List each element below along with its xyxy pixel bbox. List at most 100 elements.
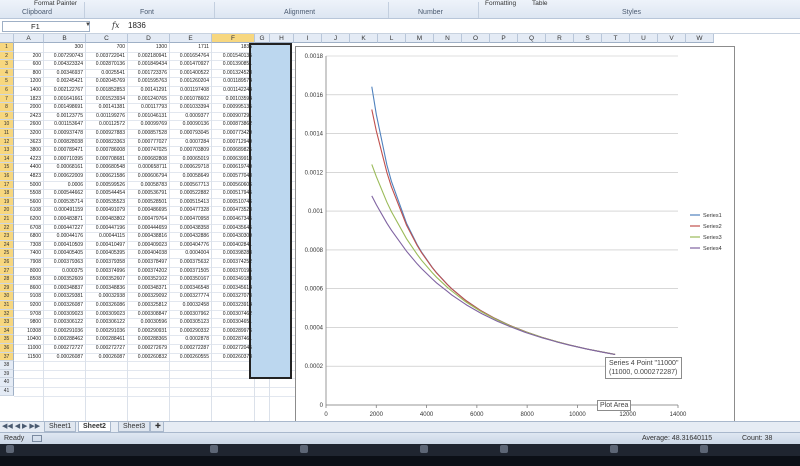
column-header-g[interactable]: G: [255, 34, 270, 43]
taskbar-app-icon[interactable]: [700, 445, 708, 453]
table-cell[interactable]: 0.000308847: [128, 310, 170, 319]
table-cell[interactable]: 2600: [14, 120, 44, 129]
row-header[interactable]: 22: [0, 223, 14, 233]
table-cell[interactable]: 3800: [14, 146, 44, 155]
table-cell[interactable]: 0.000291036: [86, 327, 128, 336]
table-cell[interactable]: 2423: [14, 112, 44, 121]
column-header-u[interactable]: U: [630, 34, 658, 43]
table-cell[interactable]: 0.000470958: [170, 215, 212, 224]
taskbar-app-icon[interactable]: [420, 445, 428, 453]
column-header-l[interactable]: L: [378, 34, 406, 43]
table-cell[interactable]: 0.00068161: [44, 163, 86, 172]
table-cell[interactable]: 3623: [14, 138, 44, 147]
row-header[interactable]: 11: [0, 129, 14, 138]
table-cell[interactable]: 0.004323324: [44, 60, 86, 69]
table-cell[interactable]: 0.000352609: [44, 275, 86, 284]
table-cell[interactable]: 0.000491079: [86, 206, 128, 215]
table-cell[interactable]: 0.000639918: [212, 155, 255, 164]
row-header[interactable]: 40: [0, 378, 14, 387]
column-header-m[interactable]: M: [406, 34, 434, 43]
table-cell[interactable]: 0.000288462: [44, 335, 86, 344]
table-cell[interactable]: 0.000486695: [128, 206, 170, 215]
table-cell[interactable]: 0.001641661: [44, 95, 86, 104]
column-header-t[interactable]: T: [602, 34, 630, 43]
table-cell[interactable]: 0.00032938: [86, 292, 128, 301]
table-cell[interactable]: 0.000477328: [170, 206, 212, 215]
chevron-down-icon[interactable]: ▼: [85, 22, 91, 28]
table-cell[interactable]: 0.000577048: [212, 172, 255, 181]
row-header[interactable]: 1: [0, 43, 14, 52]
table-cell[interactable]: 0.000375: [44, 267, 86, 276]
table-cell[interactable]: 0.000409023: [128, 241, 170, 250]
table-cell[interactable]: 700: [86, 43, 128, 52]
table-cell[interactable]: 0.000375632: [170, 258, 212, 267]
table-cell[interactable]: 0.000309023: [44, 310, 86, 319]
table-cell[interactable]: 0.000479764: [128, 215, 170, 224]
table-cell[interactable]: 5508: [14, 189, 44, 198]
formula-input[interactable]: 1836: [128, 21, 146, 31]
table-cell[interactable]: 0.000374252: [212, 258, 255, 267]
row-header[interactable]: 30: [0, 292, 14, 301]
table-cell[interactable]: 0.000404776: [170, 241, 212, 250]
table-cell[interactable]: 0.00346937: [44, 69, 86, 78]
table-cell[interactable]: 0.002045769: [86, 77, 128, 86]
table-cell[interactable]: 0.000703809: [170, 146, 212, 155]
table-cell[interactable]: 0.000907291: [212, 112, 255, 121]
table-cell[interactable]: 0.000599526: [86, 181, 128, 190]
table-cell[interactable]: 5600: [14, 198, 44, 207]
table-cell[interactable]: 0.000378497: [128, 258, 170, 267]
taskbar-app-icon[interactable]: [210, 445, 218, 453]
table-cell[interactable]: 0.000789471: [44, 146, 86, 155]
table-cell[interactable]: 0.00141381: [86, 103, 128, 112]
table-cell[interactable]: 0.000708681: [86, 155, 128, 164]
row-header[interactable]: 25: [0, 249, 14, 258]
table-cell[interactable]: 0.00058783: [128, 181, 170, 190]
table-cell[interactable]: 0.002870136: [86, 60, 128, 69]
table-cell[interactable]: 300: [44, 43, 86, 52]
table-cell[interactable]: 0.001153647: [44, 120, 86, 129]
row-header[interactable]: 36: [0, 344, 14, 353]
table-cell[interactable]: 0.000290931: [128, 327, 170, 336]
table-cell[interactable]: 0.000352607: [86, 275, 128, 284]
table-cell[interactable]: 0.0009377: [170, 112, 212, 121]
table-cell[interactable]: 0.0025541: [86, 69, 128, 78]
table-cell[interactable]: 0.000786008: [86, 146, 128, 155]
table-cell[interactable]: 0.001199276: [86, 112, 128, 121]
table-cell[interactable]: 0.000535714: [44, 198, 86, 207]
table-cell[interactable]: 0.000515413: [170, 198, 212, 207]
table-cell[interactable]: 0.000272727: [44, 344, 86, 353]
table-cell[interactable]: 0.001654764: [170, 52, 212, 61]
table-cell[interactable]: 0.000288365: [128, 335, 170, 344]
row-header[interactable]: 14: [0, 154, 14, 164]
table-cell[interactable]: 0.000309023: [86, 310, 128, 319]
row-header[interactable]: 41: [0, 387, 14, 396]
row-header[interactable]: 24: [0, 240, 14, 250]
table-cell[interactable]: 800: [14, 69, 44, 78]
table-cell[interactable]: 600: [14, 60, 44, 69]
table-cell[interactable]: 0.000405405: [44, 249, 86, 258]
column-header-f[interactable]: F: [212, 34, 255, 43]
table-cell[interactable]: 0.002122767: [44, 86, 86, 95]
table-cell[interactable]: 0.000483871: [44, 215, 86, 224]
table-cell[interactable]: 0.00090136: [170, 120, 212, 129]
table-cell[interactable]: 0.00112572: [86, 120, 128, 129]
table-cell[interactable]: 0.000793045: [170, 129, 212, 138]
table-cell[interactable]: 6108: [14, 206, 44, 215]
table-cell[interactable]: 0.001390851: [212, 60, 255, 69]
row-header[interactable]: 32: [0, 309, 14, 319]
table-cell[interactable]: 0.000326086: [86, 301, 128, 310]
table-cell[interactable]: 0.001189574: [212, 77, 255, 86]
name-box[interactable]: F1: [2, 21, 90, 32]
table-cell[interactable]: 0.000828038: [44, 138, 86, 147]
table-cell[interactable]: 7400: [14, 249, 44, 258]
table-cell[interactable]: 0.000306122: [44, 318, 86, 327]
table-cell[interactable]: 0.000995135: [212, 103, 255, 112]
table-cell[interactable]: 0.000402841: [212, 241, 255, 250]
table-cell[interactable]: 0.001849434: [128, 60, 170, 69]
row-header[interactable]: 12: [0, 137, 14, 147]
table-cell[interactable]: 0.001197408: [170, 86, 212, 95]
table-cell[interactable]: 0.000290332: [170, 327, 212, 336]
column-header-s[interactable]: S: [574, 34, 602, 43]
column-header-j[interactable]: J: [322, 34, 350, 43]
table-cell[interactable]: 0.001033394: [170, 103, 212, 112]
